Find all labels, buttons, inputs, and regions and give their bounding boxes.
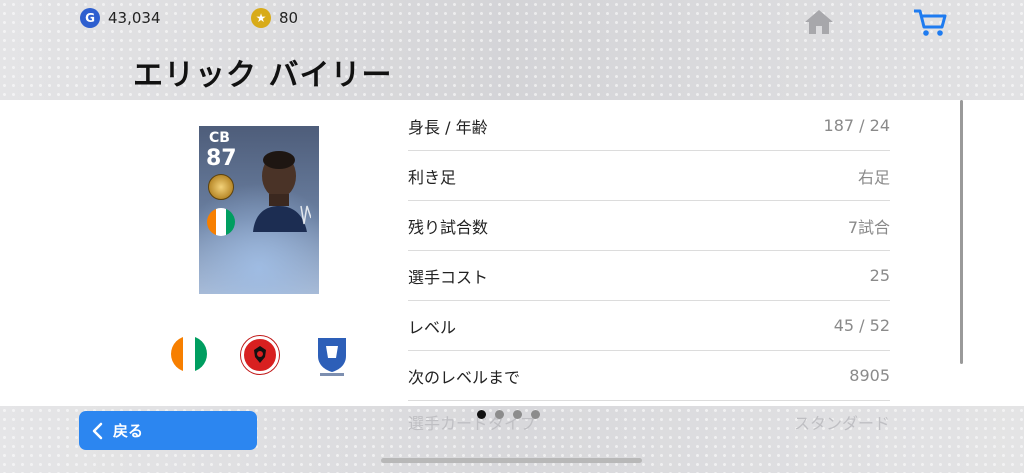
card-rating: 87 <box>206 146 237 171</box>
card-flag-icon <box>207 208 235 236</box>
scrollbar[interactable] <box>960 100 963 364</box>
stat-value: スタンダード <box>793 414 890 433</box>
stat-value: 45 / 52 <box>833 316 890 335</box>
stat-label: レベル <box>408 317 457 337</box>
coin-amount: 80 <box>279 9 299 27</box>
page-indicator <box>477 410 540 419</box>
gp-amount: 43,034 <box>108 9 161 27</box>
home-icon[interactable] <box>803 8 835 36</box>
club-badge-icon <box>241 336 279 374</box>
home-indicator[interactable] <box>381 458 642 463</box>
stat-value: 7試合 <box>847 217 890 237</box>
cart-icon[interactable] <box>912 8 948 38</box>
stat-label: 次のレベルまで <box>408 367 521 387</box>
stat-value: 右足 <box>857 167 890 187</box>
stat-label: 利き足 <box>408 167 457 187</box>
player-portrait <box>253 151 311 232</box>
nationality-flag-icon <box>171 336 207 372</box>
medal-icon <box>208 174 234 200</box>
player-name: エリック バイリー <box>133 58 393 93</box>
stat-value: 8905 <box>849 366 890 385</box>
gp-coin-icon: G <box>80 8 100 28</box>
back-button-label: 戻る <box>113 422 144 440</box>
star-coin-icon: ★ <box>251 8 271 28</box>
coin-balance: ★ 80 <box>251 8 298 28</box>
chevron-left-icon <box>92 422 103 439</box>
gp-balance: G 43,034 <box>80 8 161 28</box>
stat-row: 身長 / 年齢 187 / 24 <box>408 101 890 151</box>
stat-row: 次のレベルまで 8905 <box>408 351 890 401</box>
page-dot[interactable] <box>513 410 522 419</box>
stats-list: 身長 / 年齢 187 / 24 利き足 右足残り試合数 7試合選手コスト 25 レベル 45… <box>408 101 890 401</box>
back-button[interactable]: 戻る <box>79 411 257 450</box>
stat-row: レベル 45 / 52 <box>408 301 890 351</box>
stat-row: 残り試合数 7試合 <box>408 201 890 251</box>
stat-value: 187 / 24 <box>823 116 890 135</box>
league-badge-icon <box>318 338 346 376</box>
page-dot[interactable] <box>531 410 540 419</box>
page-dot[interactable] <box>477 410 486 419</box>
stat-label: 身長 / 年齢 <box>408 117 488 137</box>
stat-label: 残り試合数 <box>408 217 489 237</box>
stat-value: 25 <box>869 266 890 285</box>
stat-row: 選手コスト 25 <box>408 251 890 301</box>
stat-label: 選手コスト <box>408 267 489 287</box>
player-card[interactable]: CB 87 <box>199 126 319 294</box>
page-dot[interactable] <box>495 410 504 419</box>
card-position: CB <box>209 130 230 146</box>
stat-row: 利き足 右足 <box>408 151 890 201</box>
